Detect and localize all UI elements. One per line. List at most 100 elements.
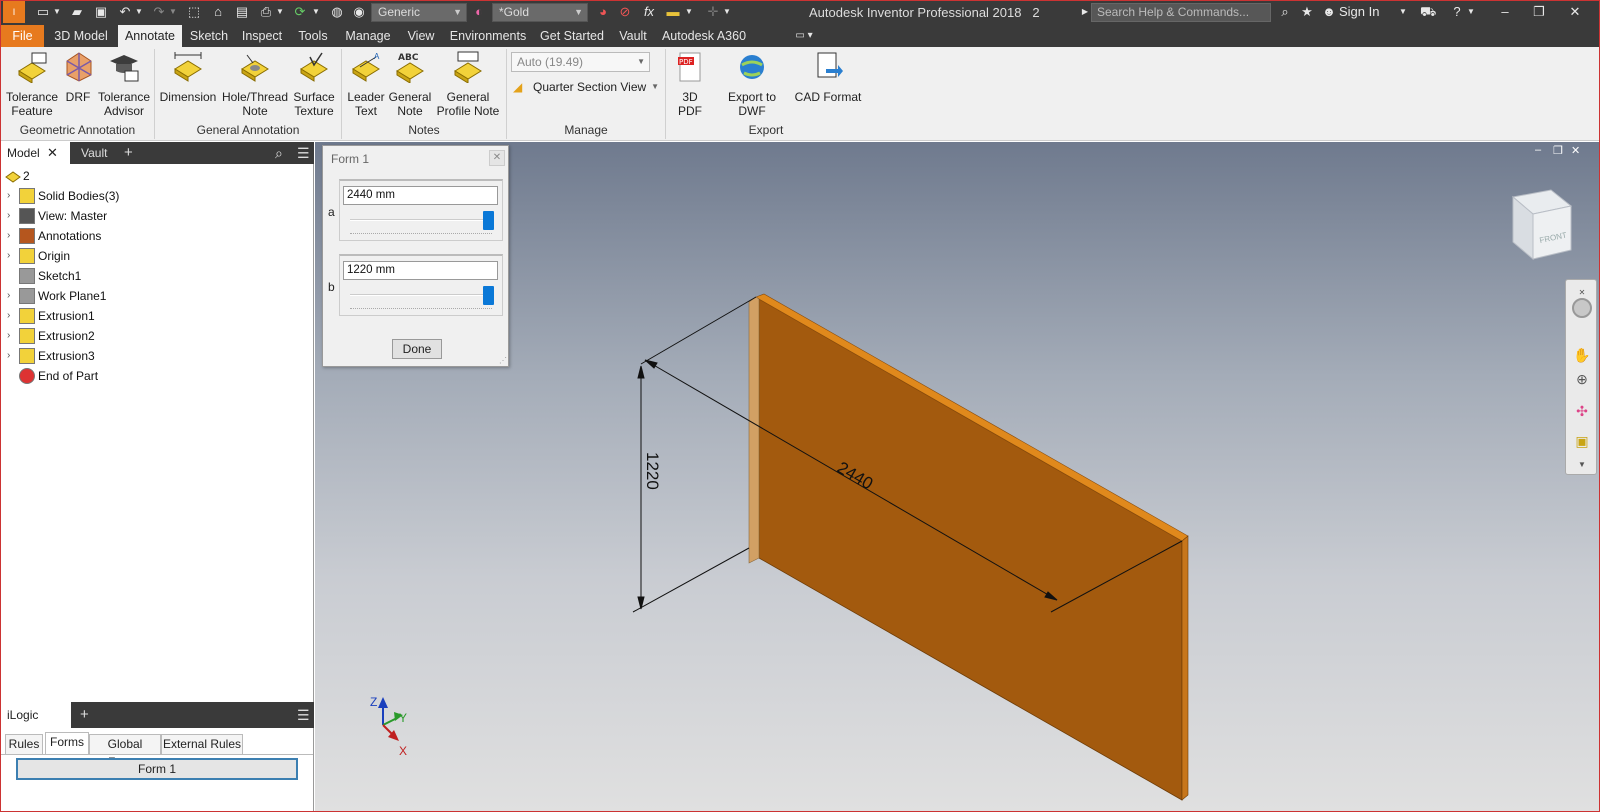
help-search-input[interactable]: Search Help & Commands... — [1091, 3, 1271, 22]
param-b-input[interactable]: 1220 mm — [343, 261, 498, 280]
resize-grip-icon[interactable]: ⋰ — [499, 356, 507, 365]
steering-wheel-icon[interactable] — [1572, 298, 1592, 318]
tree-item[interactable]: › Origin — [1, 246, 301, 266]
tree-item[interactable]: › Extrusion2 — [1, 326, 301, 346]
home-icon[interactable]: ⌂ — [210, 4, 226, 20]
view-cube[interactable]: FRONT — [1511, 189, 1573, 261]
param-a-slider-thumb[interactable] — [483, 211, 494, 230]
update-icon[interactable]: ⟳ — [292, 4, 308, 20]
viewport-close-icon[interactable]: ✕ — [1571, 144, 1585, 158]
look-at-icon[interactable]: ▣ — [1573, 432, 1591, 450]
close-icon[interactable]: ✕ — [47, 142, 58, 164]
help-icon[interactable]: ? — [1449, 4, 1465, 20]
adjust-appearance-icon[interactable]: ◕ — [595, 4, 611, 20]
expand-chevron-icon[interactable]: › — [7, 246, 10, 266]
tab-file[interactable]: File — [1, 25, 44, 47]
ilogic-tab-forms[interactable]: Forms — [45, 732, 89, 754]
expand-chevron-icon[interactable]: › — [7, 346, 10, 366]
tab-tools[interactable]: Tools — [293, 25, 333, 47]
add-tab-icon[interactable]: + — [74, 702, 94, 724]
3d-pdf-button[interactable]: PDF 3D PDF — [669, 51, 711, 118]
dimension-button[interactable]: Dimension — [159, 51, 217, 104]
viewport-restore-icon[interactable]: ❐ — [1553, 144, 1567, 158]
cad-format-button[interactable]: CAD Format — [793, 51, 863, 104]
tolerance-feature-button[interactable]: Tolerance Feature — [5, 51, 59, 118]
appearance-dropdown[interactable]: Generic ▼ — [371, 3, 467, 22]
chevron-down-icon[interactable]: ▼ — [53, 4, 61, 20]
tab-model[interactable]: Model ✕ — [1, 142, 70, 164]
chevron-down-icon[interactable]: ▼ — [276, 4, 284, 20]
favorites-star-icon[interactable]: ★ — [1299, 4, 1315, 20]
surface-texture-button[interactable]: Surface Texture — [291, 51, 337, 118]
chevron-down-icon[interactable]: ▼ — [312, 4, 320, 20]
restore-icon[interactable]: ❐ — [1531, 4, 1547, 20]
globe-icon[interactable]: ◉ — [351, 4, 367, 20]
general-note-button[interactable]: ABC General Note — [387, 51, 433, 118]
tree-item[interactable]: End of Part — [1, 366, 301, 386]
quarter-section-view-button[interactable]: ◢ Quarter Section View ▼ — [513, 77, 659, 97]
expand-chevron-icon[interactable]: › — [7, 326, 10, 346]
tab-sketch[interactable]: Sketch — [187, 25, 231, 47]
fx-parameters-icon[interactable]: fx — [641, 4, 657, 20]
new-file-icon[interactable]: ▭ — [35, 4, 51, 20]
undo-icon[interactable]: ↶ — [117, 4, 133, 20]
tab-environments[interactable]: Environments — [445, 25, 531, 47]
sign-in-link[interactable]: Sign In — [1339, 4, 1395, 20]
cart-icon[interactable]: ⛟ — [1420, 4, 1436, 20]
tree-item[interactable]: Sketch1 — [1, 266, 301, 286]
viewport-minimize-icon[interactable]: – — [1535, 144, 1549, 158]
tree-root[interactable]: 2 — [1, 166, 301, 186]
expand-chevron-icon[interactable]: › — [7, 306, 10, 326]
param-b-slider-thumb[interactable] — [483, 286, 494, 305]
panel-side-face[interactable] — [748, 296, 760, 564]
tree-item[interactable]: › Work Plane1 — [1, 286, 301, 306]
save-icon[interactable]: ▣ — [93, 4, 109, 20]
chevron-down-icon[interactable]: ▼ — [685, 4, 693, 20]
tree-item[interactable]: › Extrusion3 — [1, 346, 301, 366]
print-icon[interactable]: ⎙ — [258, 4, 274, 20]
search-icon[interactable]: ⌕ — [269, 142, 289, 164]
chevron-down-icon[interactable]: ▼ — [1467, 4, 1475, 20]
expand-chevron-icon[interactable]: › — [7, 226, 10, 246]
tab-autodesk-a360[interactable]: Autodesk A360 — [659, 25, 749, 47]
chevron-right-icon[interactable]: ▶ — [1081, 4, 1089, 20]
expand-chevron-icon[interactable]: › — [7, 206, 10, 226]
ilogic-tab-rules[interactable]: Rules — [5, 734, 43, 754]
tab-3d-model[interactable]: 3D Model — [49, 25, 113, 47]
drf-button[interactable]: DRF — [63, 51, 93, 104]
chevron-down-icon[interactable]: ▼ — [1399, 4, 1407, 20]
general-profile-note-button[interactable]: General Profile Note — [433, 51, 503, 118]
tree-item[interactable]: › Extrusion1 — [1, 306, 301, 326]
tree-item[interactable]: › Annotations — [1, 226, 301, 246]
export-to-dwf-button[interactable]: Export to DWF — [713, 51, 791, 118]
ilogic-tab-external-rules[interactable]: External Rules — [161, 734, 243, 754]
redo-icon[interactable]: ↷ — [151, 4, 167, 20]
properties-icon[interactable]: ▤ — [234, 4, 250, 20]
panel-right-edge[interactable] — [1181, 535, 1189, 801]
chevron-down-icon[interactable]: ▼ — [1573, 456, 1591, 474]
leader-text-button[interactable]: A Leader Text — [345, 51, 387, 118]
tab-view[interactable]: View — [403, 25, 439, 47]
color-wheel-icon[interactable]: ◐ — [471, 4, 487, 20]
line-weight-icon[interactable]: ▬ — [665, 4, 681, 20]
chevron-down-icon[interactable]: ▼ — [135, 4, 143, 20]
crosshair-icon[interactable]: ✛ — [705, 4, 721, 20]
form-1-button[interactable]: Form 1 — [16, 758, 298, 780]
menu-icon[interactable]: ☰ — [291, 702, 311, 724]
hole-thread-note-button[interactable]: Hole/Thread Note — [219, 51, 291, 118]
select-icon[interactable]: ⬚ — [186, 4, 202, 20]
annotation-scale-dropdown[interactable]: Auto (19.49) ▼ — [511, 52, 650, 72]
param-a-input[interactable]: 2440 mm — [343, 186, 498, 205]
chevron-down-icon[interactable]: ▼ — [169, 4, 177, 20]
material-dropdown[interactable]: *Gold ▼ — [492, 3, 588, 22]
tab-annotate[interactable]: Annotate — [118, 25, 182, 47]
minimize-icon[interactable]: – — [1497, 4, 1513, 20]
tab-get-started[interactable]: Get Started — [537, 25, 607, 47]
open-folder-icon[interactable]: ▰ — [69, 4, 85, 20]
tab-ilogic[interactable]: iLogic — [1, 702, 71, 728]
inventor-logo-icon[interactable]: I — [3, 1, 25, 23]
chevron-down-icon[interactable]: ▼ — [723, 4, 731, 20]
expand-chevron-icon[interactable]: › — [7, 186, 10, 206]
clear-appearance-icon[interactable]: ⊘ — [617, 4, 633, 20]
zoom-icon[interactable]: ⊕ — [1573, 370, 1591, 388]
